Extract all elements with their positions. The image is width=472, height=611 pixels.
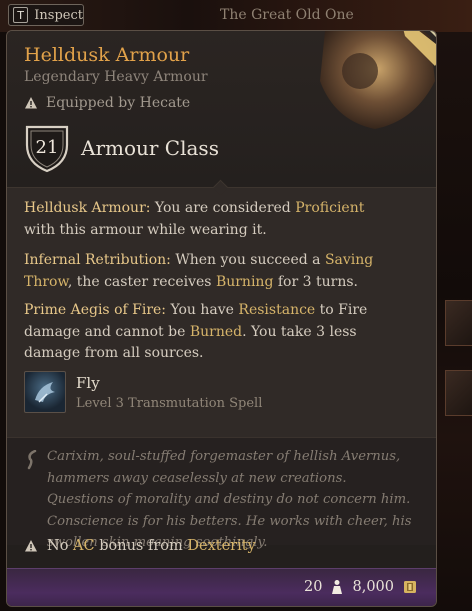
property-text: You have — [166, 302, 239, 318]
inspect-key-badge: T — [13, 7, 29, 23]
keyword-burned[interactable]: Burned — [190, 324, 242, 340]
armour-class-label: Armour Class — [81, 136, 219, 160]
side-item-slot[interactable] — [445, 370, 472, 416]
quill-icon — [27, 450, 37, 470]
granted-spell[interactable]: Fly Level 3 Transmutation Spell — [24, 371, 262, 413]
property-infernal-retribution: Infernal Retribution: When you succeed a… — [24, 250, 394, 293]
property-name: Prime Aegis of Fire: — [24, 302, 167, 318]
equipped-status: Equipped by Hecate — [24, 95, 190, 111]
property-text: , the caster receives — [67, 273, 216, 290]
property-text: for 3 turns. — [273, 273, 358, 290]
warning-text: No — [47, 538, 74, 554]
background-title: The Great Old One — [220, 7, 354, 23]
armour-image — [320, 31, 436, 129]
gold-coin-icon — [404, 581, 416, 593]
side-item-slot[interactable] — [445, 300, 472, 346]
tooltip-footer: 20 8,000 — [7, 568, 436, 606]
dexterity-warning: No AC bonus from Dexterity — [24, 538, 256, 554]
armour-class-value: 21 — [35, 137, 59, 158]
property-text: You are considered — [150, 200, 296, 216]
inspect-button[interactable]: T Inspect — [8, 4, 84, 26]
warning-text: bonus from — [94, 538, 188, 554]
property-name: Helldusk Armour: — [24, 200, 151, 216]
tooltip-header: Helldusk Armour Legendary Heavy Armour E… — [7, 31, 436, 187]
item-rarity-type: Legendary Heavy Armour — [24, 69, 208, 85]
property-prime-aegis: Prime Aegis of Fire: You have Resistance… — [24, 300, 394, 365]
property-name: Infernal Retribution: — [24, 252, 171, 268]
property-text: When you succeed a — [170, 252, 325, 268]
tooltip-body: Helldusk Armour: You are considered Prof… — [7, 179, 436, 438]
keyword-proficient[interactable]: Proficient — [295, 200, 364, 216]
equipped-label: Equipped by Hecate — [46, 95, 191, 111]
armour-class-row: 21 Armour Class — [23, 123, 219, 173]
keyword-ac[interactable]: AC — [73, 538, 95, 554]
lore-section: Carixim, soul-stuffed forgemaster of hel… — [7, 437, 436, 550]
property-helldusk: Helldusk Armour: You are considered Prof… — [24, 198, 394, 241]
fly-spell-icon — [24, 371, 66, 413]
item-tooltip: Helldusk Armour Legendary Heavy Armour E… — [6, 30, 437, 607]
warning-icon — [25, 540, 37, 552]
item-name: Helldusk Armour — [24, 44, 190, 66]
inspect-label: Inspect — [34, 7, 83, 23]
keyword-dexterity[interactable]: Dexterity — [187, 538, 255, 554]
shield-icon: 21 — [23, 123, 71, 173]
item-stats: 20 8,000 — [304, 579, 418, 595]
spell-name: Fly — [76, 373, 100, 392]
spell-subtitle: Level 3 Transmutation Spell — [76, 395, 263, 411]
weight-icon — [332, 580, 343, 594]
gold-value: 8,000 — [352, 579, 394, 595]
keyword-burning[interactable]: Burning — [216, 274, 273, 290]
weight-value: 20 — [304, 579, 323, 595]
property-text: with this armour while wearing it. — [24, 221, 267, 238]
warning-icon — [25, 97, 37, 109]
keyword-resistance[interactable]: Resistance — [238, 302, 315, 318]
